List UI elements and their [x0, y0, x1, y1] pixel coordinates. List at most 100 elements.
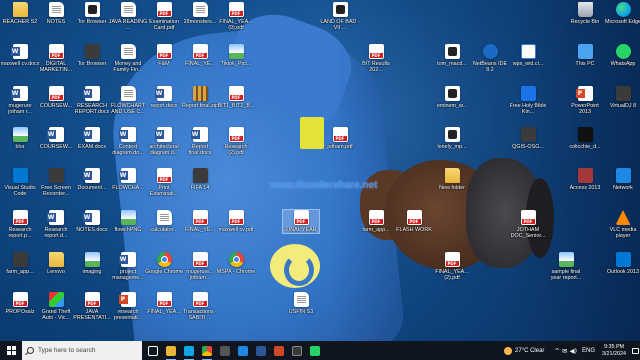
desktop-icon[interactable]: This PC: [567, 44, 603, 67]
desktop-icon[interactable]: Context diagram.do...: [110, 127, 146, 156]
desktop-icon[interactable]: FINAL_YEA... (9).pdf: [218, 2, 254, 31]
desktop-icon[interactable]: FLOWCHART AND USE C...: [110, 86, 146, 115]
desktop-icon[interactable]: EXAM.docx: [74, 127, 110, 150]
desktop-icon[interactable]: F&M: [146, 44, 182, 67]
desktop-icon[interactable]: Print Examinati...: [146, 168, 182, 197]
taskbar-search-box[interactable]: Type here to search: [22, 341, 142, 360]
desktop-icon[interactable]: RESEARCH REPORT.docx: [74, 86, 110, 115]
desktop-icon[interactable]: FLASH WORK: [396, 210, 432, 233]
desktop-icon[interactable]: mugerure jotham r...: [2, 86, 38, 115]
desktop-icon[interactable]: JOTHAM DOC_Senior...: [510, 210, 546, 239]
desktop-icon[interactable]: Free Holy Bible Kin...: [510, 86, 546, 115]
desktop-icon[interactable]: maxwell cv.docx: [1, 44, 39, 67]
taskbar-app-word[interactable]: [252, 341, 270, 360]
desktop-icon[interactable]: JAVA READING ...: [109, 2, 147, 31]
desktop-icon[interactable]: calculator...: [146, 210, 182, 233]
desktop-icon[interactable]: project manageme...: [110, 252, 146, 281]
desktop-icon[interactable]: FLOWCHA...: [110, 168, 146, 191]
desktop-icon[interactable]: Google Chrome: [145, 252, 183, 275]
desktop-icon[interactable]: Grand Theft Auto - Vic...: [38, 292, 74, 321]
desktop-icon[interactable]: Recycle Bin: [567, 2, 603, 25]
desktop-icon[interactable]: Visual Studio Code: [2, 168, 38, 197]
desktop-icon[interactable]: FINAL YEAR: [282, 209, 320, 234]
desktop-icon[interactable]: research presentati...: [110, 292, 146, 321]
desktop-icon[interactable]: VirtualDJ 8: [605, 86, 640, 109]
start-button[interactable]: [0, 341, 22, 360]
desktop-icon[interactable]: New folder: [434, 168, 470, 191]
desktop-icon[interactable]: Free Screen Recorder...: [38, 168, 74, 197]
desktop-icon[interactable]: FINAL_YE...: [182, 210, 218, 233]
desktop-icon[interactable]: farm_app...: [2, 252, 38, 275]
desktop-icon[interactable]: farm_app...: [358, 210, 394, 233]
desktop-icon[interactable]: Access 2013: [567, 168, 603, 191]
desktop-icon[interactable]: tom_macd...: [434, 44, 470, 67]
desktop-icon[interactable]: eminem_w...: [434, 86, 470, 109]
desktop-icon[interactable]: Tor Browser: [74, 2, 110, 25]
desktop-icon[interactable]: COURSEW...: [38, 127, 74, 150]
desktop-icon[interactable]: PowerPoint 2013: [567, 86, 603, 115]
desktop-icon[interactable]: lonely_mp...: [434, 127, 470, 150]
desktop-icon[interactable]: colicchie_d...: [567, 127, 603, 150]
tray-icons[interactable]: ^ ✉ ◀): [554, 347, 577, 355]
desktop-icon[interactable]: NOTES: [38, 2, 74, 25]
desktop-icon[interactable]: 28monsters...: [182, 2, 218, 25]
taskbar-app-settings[interactable]: [216, 341, 234, 360]
desktop-icon[interactable]: Report final.docx: [182, 127, 218, 156]
taskbar-app-chrome[interactable]: [198, 341, 216, 360]
language-indicator[interactable]: ENG: [582, 348, 595, 354]
desktop-icon[interactable]: WhatsApp: [605, 44, 640, 67]
desktop-icon[interactable]: sample final year report...: [548, 252, 584, 281]
desktop-icon[interactable]: BIT Results 202...: [358, 44, 394, 73]
desktop-icon[interactable]: Research report.d...: [38, 210, 74, 239]
desktop-icon[interactable]: USPIN S3: [283, 292, 319, 315]
taskbar-app-powerpoint[interactable]: [270, 341, 288, 360]
desktop-icon[interactable]: QGIS-OSG...: [510, 127, 546, 150]
desktop-icon[interactable]: COURSEW...: [38, 86, 74, 109]
desktop-icon[interactable]: FIFA 14: [182, 168, 218, 191]
desktop-icon[interactable]: Transactions - SABITI ...: [182, 292, 218, 321]
desktop-icon[interactable]: FINAL_YE...: [182, 44, 218, 67]
desktop-icon[interactable]: blur: [2, 127, 38, 150]
notification-center-button[interactable]: [630, 341, 640, 360]
desktop-icon[interactable]: NOTES.docx: [74, 210, 110, 233]
desktop-icon[interactable]: DIGITAL MARKETIN...: [38, 44, 74, 73]
desktop-icon[interactable]: MSPA - Chrome: [217, 252, 255, 275]
desktop-icon[interactable]: FINAL_YEA...: [146, 292, 182, 315]
desktop-icon[interactable]: REACHER S2: [2, 2, 38, 25]
desktop-icon[interactable]: Outlook 2013: [605, 252, 640, 275]
taskbar-app-edge[interactable]: [180, 341, 198, 360]
desktop-icon[interactable]: mugerure... jotham...: [182, 252, 218, 281]
desktop-icon[interactable]: Microsoft Edge: [605, 2, 640, 25]
desktop-icon[interactable]: Document...: [74, 168, 110, 191]
desktop-icon[interactable]: LAND OF BAD - VII ...: [320, 2, 360, 31]
desktop-icon[interactable]: Lenovo: [38, 252, 74, 275]
taskbar-clock[interactable]: 9:35 PM 3/21/2024: [602, 344, 626, 358]
desktop-icon[interactable]: Research report.p...: [2, 210, 38, 239]
desktop-icon[interactable]: FINAL_YEA... (2).pdf: [434, 252, 470, 281]
desktop-icon[interactable]: Network: [605, 168, 640, 191]
desktop-icon[interactable]: Money and Family Fin...: [110, 44, 146, 73]
desktop-icon[interactable]: JAVA PRESENTATI...: [73, 292, 111, 321]
taskbar-app-file-explorer[interactable]: [162, 341, 180, 360]
desktop-icon[interactable]: NetBeans IDE 8.2: [472, 44, 508, 73]
weather-widget[interactable]: 27°C Clear: [504, 346, 544, 355]
taskbar-app-store[interactable]: [234, 341, 252, 360]
desktop-icon[interactable]: architectural diagram.d...: [146, 127, 182, 156]
desktop-icon[interactable]: VLC media player: [605, 210, 640, 239]
desktop-icon[interactable]: jotham.pdf: [322, 127, 358, 150]
desktop-icon[interactable]: flowchPNG: [110, 210, 146, 233]
desktop-icon[interactable]: Examination Card.pdf: [146, 2, 182, 31]
desktop-icon[interactable]: Report final.zip: [182, 86, 218, 109]
desktop-icon[interactable]: Tor Browser: [74, 44, 110, 67]
desktop-icon[interactable]: report.docx: [146, 86, 182, 109]
taskbar-app-task-view[interactable]: [144, 341, 162, 360]
desktop-icon[interactable]: Research (2).pdf: [218, 127, 254, 156]
desktop-icon[interactable]: wps_wid.ci...: [510, 44, 546, 67]
desktop-icon[interactable]: Tiktok_Pict...: [218, 44, 254, 67]
taskbar-app-camera[interactable]: [288, 341, 306, 360]
desktop-icon[interactable]: PROPOsalz: [2, 292, 38, 315]
desktop-icon[interactable]: imaging: [74, 252, 110, 275]
taskbar-app-whatsapp[interactable]: [306, 341, 324, 360]
desktop-icon[interactable]: maxwell cv.pdf: [218, 210, 254, 233]
desktop-icon[interactable]: BIT1_BIT2_B...: [218, 86, 254, 109]
